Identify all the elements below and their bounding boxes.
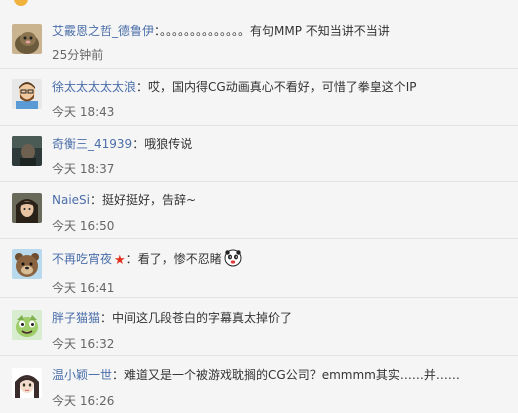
username-link[interactable]: 不再吃宵夜	[52, 252, 112, 266]
comment-item: 胖子猫猫：中间这几段苍白的字幕真太掉价了 今天 16:32	[0, 298, 518, 356]
vip-badge-icon: ★	[114, 253, 126, 268]
bearded-man-icon[interactable]	[12, 79, 42, 109]
separator: ：	[90, 193, 103, 207]
comment-item: NaieSi：挺好挺好，告辞~ 今天 16:50	[0, 182, 518, 239]
separator: ：	[125, 252, 138, 266]
username-link[interactable]: 奇衡三_41939	[52, 137, 132, 151]
separator: ：	[136, 80, 149, 94]
timestamp: 今天 16:26	[52, 394, 115, 408]
comment-text: 中间这几段苍白的字幕真太掉价了	[112, 311, 293, 325]
username-link[interactable]: 艾霰恩之哲_德鲁伊	[52, 24, 154, 38]
timestamp: 今天 16:41	[52, 281, 115, 295]
username-link[interactable]: 温小颖一世	[52, 368, 112, 382]
cartoon-character-icon[interactable]	[12, 310, 42, 340]
separator: ：	[112, 368, 125, 382]
comment-item: 不再吃宵夜 ★：看了，惨不忍睹 今天 16:41	[0, 239, 518, 298]
timestamp: 今天 16:50	[52, 219, 115, 233]
comment-text: 难道又是一个被游戏耽搁的CG公司？emmmm其实……并……	[124, 368, 460, 382]
username-link[interactable]: 胖子猫猫	[52, 311, 100, 325]
comment-text: 哦狼传说	[144, 137, 193, 151]
bear-icon[interactable]	[12, 249, 42, 279]
comment-text: 哎，国内得CG动画真心不看好，可惜了拳皇这个IP	[148, 80, 417, 94]
comment-item: 艾霰恩之哲_德鲁伊：。。。。。。。。。。。。。。有句MMP 不知当讲不当讲 25…	[0, 16, 518, 69]
anime-girl-icon[interactable]	[12, 368, 42, 398]
comment-item: 奇衡三_41939：哦狼传说 今天 18:37	[0, 126, 518, 182]
comment-item: 温小颖一世：难道又是一个被游戏耽搁的CG公司？emmmm其实……并…… 今天 1…	[0, 356, 518, 413]
username-link[interactable]: 徐太太太太太浪	[52, 80, 136, 94]
emoji-icon	[14, 0, 28, 6]
separator: ：	[132, 137, 145, 151]
comment-list: 艾霰恩之哲_德鲁伊 ： 。。。。。。。。。。。。。。有句MMP 不知当讲不当讲 25…	[0, 0, 518, 413]
mole-icon[interactable]	[12, 24, 42, 54]
panda-face-icon	[224, 249, 242, 267]
timestamp: 25分钟前	[52, 48, 104, 62]
separator: ：	[100, 311, 113, 325]
timestamp: 今天 18:43	[52, 105, 115, 119]
comment-text: 。。。。。。。。。。。。。。有句MMP 不知当讲不当讲	[160, 24, 390, 38]
timestamp: 今天 16:32	[52, 337, 115, 351]
timestamp: 今天 18:37	[52, 162, 115, 176]
comment-text: 挺好挺好，告辞~	[102, 193, 197, 207]
comment-item: 徐太太太太太浪：哎，国内得CG动画真心不看好，可惜了拳皇这个IP 今天 18:4…	[0, 69, 518, 126]
dark-figure-icon[interactable]	[12, 136, 42, 166]
girl-portrait-icon[interactable]	[12, 193, 42, 223]
comment-text: 看了，惨不忍睹	[137, 252, 222, 266]
username-link[interactable]: NaieSi	[52, 193, 90, 207]
